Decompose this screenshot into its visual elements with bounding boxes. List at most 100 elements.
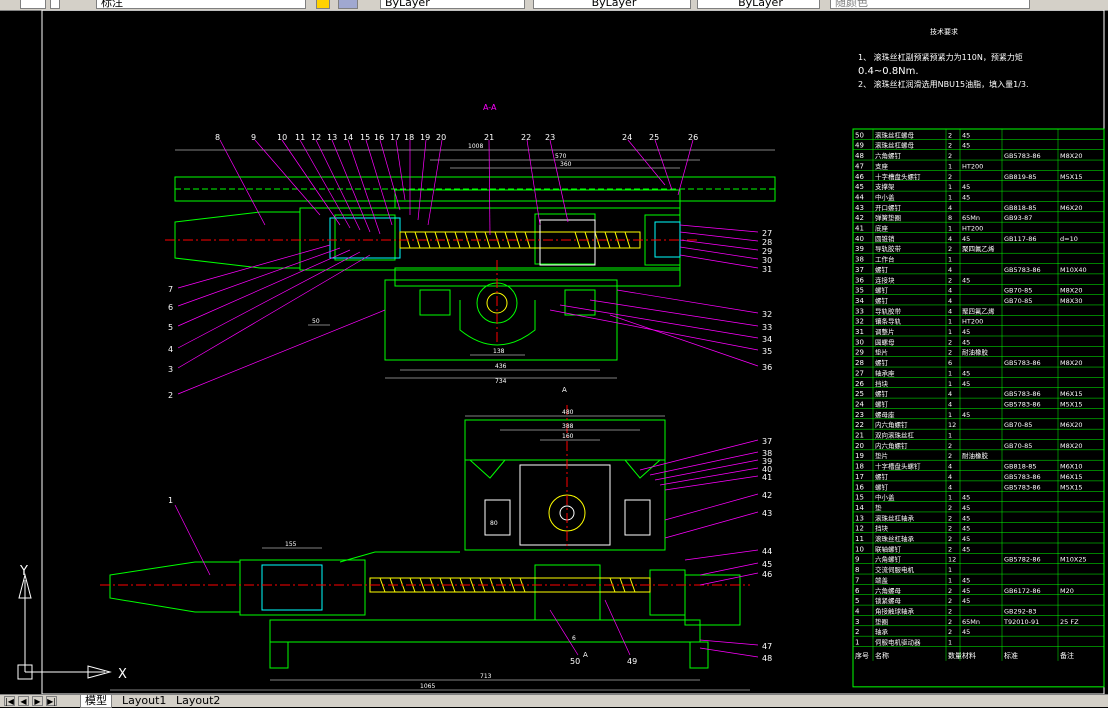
bom-cell-qty: 1	[948, 225, 952, 233]
bom-cell-no: 31	[855, 328, 864, 336]
tab-layout2[interactable]: Layout2	[172, 695, 224, 707]
bom-cell-mat: 65Mn	[962, 618, 980, 626]
section-label: A-A	[483, 103, 497, 112]
callout-44: 44	[762, 547, 772, 556]
first-tab-icon[interactable]: |◀	[4, 696, 15, 706]
bom-cell-no: 7	[855, 576, 859, 584]
layers-icon[interactable]	[338, 0, 358, 9]
bom-cell-no: 38	[855, 256, 864, 264]
callout-29: 29	[762, 247, 772, 256]
dim-bot-total: 1065	[420, 683, 435, 690]
dim-mid-small: 160	[562, 433, 574, 440]
tab-model[interactable]: 模型	[80, 695, 112, 708]
bom-cell-mat: 45	[962, 545, 970, 553]
bom-cell-no: 29	[855, 349, 864, 357]
bom-cell-no: 11	[855, 535, 864, 543]
bom-cell-name: 导轨胶带	[875, 306, 902, 315]
bom-cell-note: M6X15	[1060, 473, 1082, 481]
bom-cell-name: 螺钉	[875, 296, 889, 305]
lineweight-select[interactable]: ByLayer	[697, 0, 820, 9]
bom-cell-no: 20	[855, 442, 864, 450]
bom-cell-no: 6	[855, 587, 860, 595]
dim-top-foot: 734	[495, 378, 507, 385]
bom-cell-qty: 1	[948, 162, 952, 170]
bom-cell-name: 螺钉	[875, 482, 889, 491]
bom-cell-name: 螺钉	[875, 358, 889, 367]
section-marker-a-bottom: A	[583, 651, 588, 659]
bom-cell-note: M20	[1060, 587, 1074, 595]
bom-cell-no: 19	[855, 452, 864, 460]
bom-cell-name: 支座	[875, 161, 889, 170]
bom-cell-qty: 1	[948, 318, 952, 326]
bom-cell-no: 34	[855, 297, 864, 305]
callout-26: 26	[688, 133, 698, 142]
bom-cell-qty: 2	[948, 276, 952, 284]
bom-cell-mat: 45	[962, 587, 970, 595]
bom-cell-std: GB117-86	[1004, 235, 1037, 243]
bom-cell-note: M10X40	[1060, 266, 1087, 274]
ucs-x-label: X	[118, 667, 127, 682]
bom-cell-name: 滚珠丝杠螺母	[875, 130, 915, 139]
callout-46: 46	[762, 570, 772, 579]
callout-7: 7	[168, 285, 173, 294]
dim-bot-base: 713	[480, 673, 492, 680]
prev-tab-icon[interactable]: ◀	[18, 696, 29, 706]
bom-cell-note: M8X20	[1060, 287, 1082, 295]
callout-5: 5	[168, 323, 173, 332]
bom-cell-name: 螺钉	[875, 472, 889, 481]
callout-27: 27	[762, 229, 772, 238]
bom-cell-qty: 6	[948, 359, 952, 367]
bom-cell-no: 18	[855, 463, 864, 471]
callout-13: 13	[327, 133, 337, 142]
last-tab-icon[interactable]: ▶|	[46, 696, 57, 706]
bom-cell-name: 支撑架	[875, 182, 895, 191]
bom-cell-no: 12	[855, 525, 864, 533]
bom-cell-std: GB5783-86	[1004, 152, 1041, 160]
color-select[interactable]: ByLayer	[380, 0, 525, 9]
layer-previous-icon[interactable]	[316, 0, 330, 9]
bom-cell-qty: 4	[948, 390, 952, 398]
bom-cell-no: 33	[855, 307, 864, 315]
bom-cell-no: 30	[855, 338, 864, 346]
bom-cell-name: 六角螺钉	[875, 151, 902, 160]
bom-cell-mat: 45	[962, 525, 970, 533]
bom-cell-qty: 2	[948, 545, 952, 553]
model-space-canvas[interactable]: 技术要求 1、 滚珠丝杠副预紧预紧力为110N，预紧力矩 0.4~0.8Nm. …	[0, 9, 1108, 695]
bom-cell-qty: 4	[948, 463, 952, 471]
bom-cell-mat: 45	[962, 504, 970, 512]
callout-10: 10	[277, 133, 287, 142]
callout-2: 2	[168, 391, 173, 400]
bom-cell-name: 挡块	[875, 524, 889, 533]
bom-cell-name: 工作台	[875, 255, 895, 264]
linetype-select[interactable]: ByLayer	[533, 0, 691, 9]
bom-cell-mat: 45	[962, 494, 970, 502]
layer-icon-box[interactable]	[20, 0, 46, 9]
dimension-style-select[interactable]: 标注	[96, 0, 306, 9]
bom-cell-qty: 2	[948, 597, 952, 605]
callout-8: 8	[215, 133, 220, 142]
callout-49: 49	[627, 657, 637, 666]
bom-cell-note: M6X20	[1060, 204, 1082, 212]
bom-cell-no: 22	[855, 421, 864, 429]
callout-31: 31	[762, 265, 772, 274]
bom-cell-mat: HT200	[962, 162, 983, 170]
bom-cell-no: 32	[855, 318, 864, 326]
bom-cell-std: GB93-87	[1004, 214, 1032, 222]
note-1a: 1、 滚珠丝杠副预紧预紧力为110N，预紧力矩	[858, 52, 1023, 62]
callout-45: 45	[762, 560, 772, 569]
bom-cell-mat: 45	[962, 535, 970, 543]
bom-cell-qty: 4	[948, 266, 952, 274]
tab-layout1[interactable]: Layout1	[118, 695, 170, 707]
bom-cell-no: 42	[855, 214, 864, 222]
plotstyle-select[interactable]: 随颜色	[830, 0, 1030, 9]
bom-cell-mat: 45	[962, 235, 970, 243]
bom-cell-name: 垫片	[875, 348, 888, 357]
next-tab-icon[interactable]: ▶	[32, 696, 43, 706]
bom-cell-std: GB70-85	[1004, 287, 1032, 295]
bom-cell-no: 50	[855, 131, 864, 139]
bom-cell-name: 滚珠丝杠轴承	[875, 513, 915, 522]
callout-47: 47	[762, 642, 772, 651]
bom-cell-no: 46	[855, 173, 864, 181]
layer-state-icon[interactable]	[50, 0, 60, 9]
bom-cell-mat: 45	[962, 142, 970, 150]
